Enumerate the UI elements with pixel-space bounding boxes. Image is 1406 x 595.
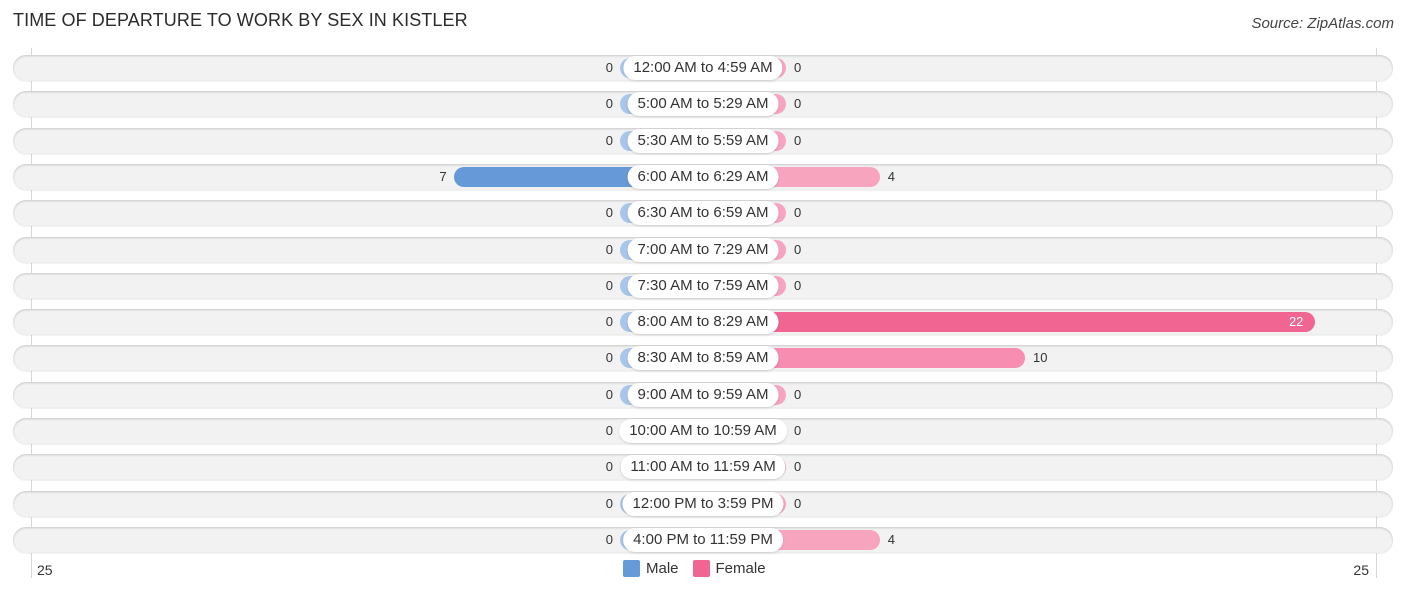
value-label-male: 7 [439,169,447,184]
value-label-male: 0 [605,459,613,474]
value-label-male: 0 [605,423,613,438]
value-label-female: 0 [794,96,802,111]
legend-label-male: Male [646,560,679,577]
value-label-female: 4 [887,532,896,547]
legend-label-female: Female [715,560,766,577]
value-label-male: 0 [605,532,613,547]
legend-item-male[interactable]: Male [623,560,679,577]
value-label-male: 0 [605,387,613,402]
value-label-male: 0 [605,278,613,293]
value-label-female: 0 [794,242,802,257]
category-label: 8:00 AM to 8:29 AM [627,310,779,334]
category-label: 10:00 AM to 10:59 AM [619,419,787,443]
category-label: 6:30 AM to 6:59 AM [627,201,779,225]
category-label: 4:00 PM to 11:59 PM [623,528,783,552]
category-label: 5:30 AM to 5:59 AM [627,129,779,153]
value-label-male: 0 [605,133,613,148]
value-label-female: 0 [794,496,802,511]
category-label: 5:00 AM to 5:29 AM [627,92,779,116]
category-label: 12:00 PM to 3:59 PM [622,492,784,516]
value-label-male: 0 [605,242,613,257]
category-label: 7:00 AM to 7:29 AM [627,238,779,262]
value-label-female: 0 [794,278,802,293]
category-label: 9:00 AM to 9:59 AM [627,383,779,407]
legend: Male Female [623,560,780,577]
value-label-male: 0 [605,96,613,111]
bar-female[interactable] [703,312,1316,332]
value-label-female: 4 [887,169,896,184]
value-label-male: 0 [605,314,613,329]
value-label-male: 0 [605,350,613,365]
value-label-male: 0 [605,60,613,75]
value-label-female: 0 [794,60,802,75]
chart-area: 0 0 12:00 AM to 4:59 AM 0 0 5:00 AM to 5:29 A… [0,0,1406,595]
value-label-female: 10 [1033,350,1048,365]
axis-tick-right: 25 [1353,562,1369,578]
value-label-female: 0 [794,387,802,402]
category-label: 8:30 AM to 8:59 AM [627,346,779,370]
category-label: 6:00 AM to 6:29 AM [627,165,779,189]
axis-tick-left: 25 [37,562,53,578]
legend-item-female[interactable]: Female [692,560,766,577]
legend-swatch-male [623,560,640,577]
category-label: 11:00 AM to 11:59 AM [620,455,786,479]
category-label: 7:30 AM to 7:59 AM [627,274,779,298]
category-label: 12:00 AM to 4:59 AM [623,56,783,80]
value-label-male: 0 [605,496,613,511]
value-label-female: 0 [794,423,802,438]
legend-swatch-female [692,560,710,577]
value-label-female: 0 [794,133,802,148]
value-label-female: 0 [794,205,802,220]
value-label-female: 22 [1288,314,1304,329]
value-label-female: 0 [794,459,802,474]
value-label-male: 0 [605,205,613,220]
